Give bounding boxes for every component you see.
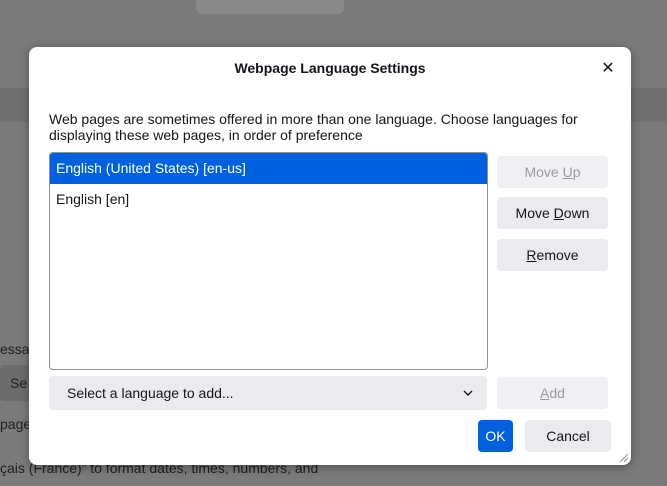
ok-button[interactable]: OK — [478, 420, 513, 452]
add-button[interactable]: Add — [497, 377, 608, 409]
language-list[interactable]: English (United States) [en-us] English … — [49, 152, 488, 370]
background-text-fragment: page — [0, 416, 32, 432]
move-up-button[interactable]: Move Up — [497, 156, 608, 188]
webpage-language-dialog: Webpage Language Settings ✕ Web pages ar… — [29, 47, 631, 465]
resize-grip-icon[interactable] — [617, 451, 629, 463]
chevron-down-icon — [463, 376, 473, 410]
move-down-button[interactable]: Move Down — [497, 197, 608, 229]
dialog-description: Web pages are sometimes offered in more … — [49, 111, 578, 143]
language-item-en[interactable]: English [en] — [50, 184, 487, 215]
background-text-fragment: essa — [0, 341, 30, 357]
language-item-en-us[interactable]: English (United States) [en-us] — [50, 153, 487, 184]
language-select-label: Select a language to add... — [67, 385, 234, 401]
close-icon[interactable]: ✕ — [595, 56, 621, 82]
background-button-label: Se — [10, 375, 28, 391]
cancel-button[interactable]: Cancel — [525, 420, 611, 452]
remove-button[interactable]: Remove — [497, 239, 608, 271]
background-header-bar — [196, 0, 344, 14]
language-select-dropdown[interactable]: Select a language to add... — [49, 376, 487, 410]
dialog-title: Webpage Language Settings — [234, 60, 426, 76]
